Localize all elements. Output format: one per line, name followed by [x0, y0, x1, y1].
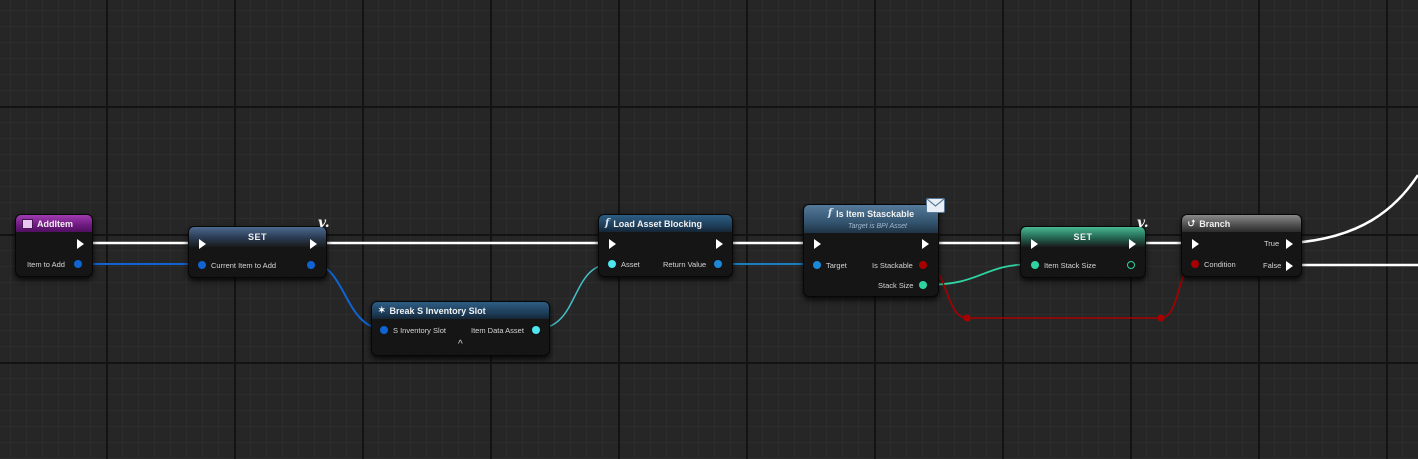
- node-break-inventory-slot[interactable]: ✶ Break S Inventory Slot S Inventory Slo…: [371, 301, 550, 356]
- node-additem[interactable]: AddItem Item to Add: [15, 214, 93, 277]
- int-wire-stacksize[interactable]: [923, 263, 1036, 286]
- pin-stack-size[interactable]: [919, 281, 927, 289]
- pin-label-stack-size: Stack Size: [878, 281, 914, 290]
- event-icon: [22, 218, 33, 229]
- node-load-header: f Load Asset Blocking: [599, 215, 732, 232]
- exec-in-pin[interactable]: [1192, 239, 1199, 249]
- pin-s-inventory-slot[interactable]: [380, 326, 388, 334]
- pin-label-target: Target: [826, 261, 847, 270]
- exec-in-pin[interactable]: [199, 239, 206, 249]
- pin-label-true: True: [1264, 239, 1280, 248]
- node-load-asset-blocking[interactable]: f Load Asset Blocking Asset Return Value: [598, 214, 733, 277]
- reroute-node-right[interactable]: [1157, 314, 1165, 322]
- node-title: Load Asset Blocking: [613, 218, 702, 229]
- node-title: Is Item Stasckable: [836, 208, 915, 219]
- node-subtitle: Target is BPI Asset: [847, 223, 907, 230]
- node-additem-header: AddItem: [16, 215, 92, 232]
- pin-label-false: False: [1263, 261, 1282, 270]
- exec-wire-true[interactable]: [1291, 174, 1418, 245]
- pin-current-item-in[interactable]: [198, 261, 206, 269]
- exec-out-pin[interactable]: [310, 239, 317, 249]
- exec-in-pin[interactable]: [609, 239, 616, 249]
- reroute-node-left[interactable]: [963, 314, 971, 322]
- pin-label-s-inventory-slot: S Inventory Slot: [393, 326, 446, 335]
- node-branch[interactable]: ⮍ Branch True Condition False: [1181, 214, 1302, 277]
- node-stackable-header: f Is Item Stasckable Target is BPI Asset: [804, 205, 938, 233]
- node-set-item-stack-size[interactable]: SET Item Stack Size: [1020, 226, 1146, 278]
- pin-label-is-stackable: Is Stackable: [872, 261, 913, 270]
- pin-label-item-to-add: Item to Add: [27, 260, 65, 269]
- node-set-header: SET: [189, 227, 326, 247]
- variable-icon: v.: [1137, 215, 1149, 231]
- node-is-item-stackable[interactable]: f Is Item Stasckable Target is BPI Asset…: [803, 204, 939, 297]
- exec-in-pin[interactable]: [814, 239, 821, 249]
- pin-is-stackable[interactable]: [919, 261, 927, 269]
- exec-out-pin[interactable]: [716, 239, 723, 249]
- pin-item-stack-size-in[interactable]: [1031, 261, 1039, 269]
- pin-label-return-value: Return Value: [663, 260, 707, 269]
- pin-item-to-add[interactable]: [74, 260, 82, 268]
- pin-target[interactable]: [813, 261, 821, 269]
- pin-label-condition: Condition: [1204, 260, 1236, 269]
- node-break-header: ✶ Break S Inventory Slot: [372, 302, 549, 319]
- pin-label-asset: Asset: [621, 260, 640, 269]
- node-title: Break S Inventory Slot: [389, 305, 486, 316]
- pin-item-data-asset[interactable]: [532, 326, 540, 334]
- pin-asset[interactable]: [608, 260, 616, 268]
- node-set-current-item[interactable]: SET Current Item to Add: [188, 226, 327, 278]
- node-title: SET: [247, 232, 267, 242]
- interface-message-icon: [926, 198, 945, 213]
- exec-out-pin[interactable]: [922, 239, 929, 249]
- pin-label-item-stack-size: Item Stack Size: [1044, 261, 1097, 270]
- node-title: AddItem: [37, 218, 73, 229]
- pin-item-stack-size-out[interactable]: [1127, 261, 1135, 269]
- function-icon: f: [605, 218, 610, 229]
- exec-false-pin[interactable]: [1286, 261, 1293, 271]
- pin-return-value[interactable]: [714, 260, 722, 268]
- node-set-header: SET: [1021, 227, 1145, 247]
- function-icon: f: [827, 208, 833, 219]
- break-struct-icon: ✶: [378, 305, 386, 315]
- exec-out-pin[interactable]: [1129, 239, 1136, 249]
- variable-icon: v.: [318, 215, 330, 231]
- exec-out-pin[interactable]: [77, 239, 84, 249]
- pin-label-item-data-asset: Item Data Asset: [471, 326, 524, 335]
- branch-icon: ⮍: [1188, 217, 1196, 228]
- node-title: SET: [1073, 232, 1093, 242]
- exec-true-pin[interactable]: [1286, 239, 1293, 249]
- node-title: Branch: [1199, 218, 1231, 229]
- exec-in-pin[interactable]: [1031, 239, 1038, 249]
- pin-current-item-out[interactable]: [307, 261, 315, 269]
- pin-label-current-item: Current Item to Add: [211, 261, 277, 270]
- node-branch-header: ⮍ Branch: [1182, 215, 1301, 232]
- expand-chevron-icon[interactable]: ^: [458, 339, 463, 350]
- pin-condition[interactable]: [1191, 260, 1199, 268]
